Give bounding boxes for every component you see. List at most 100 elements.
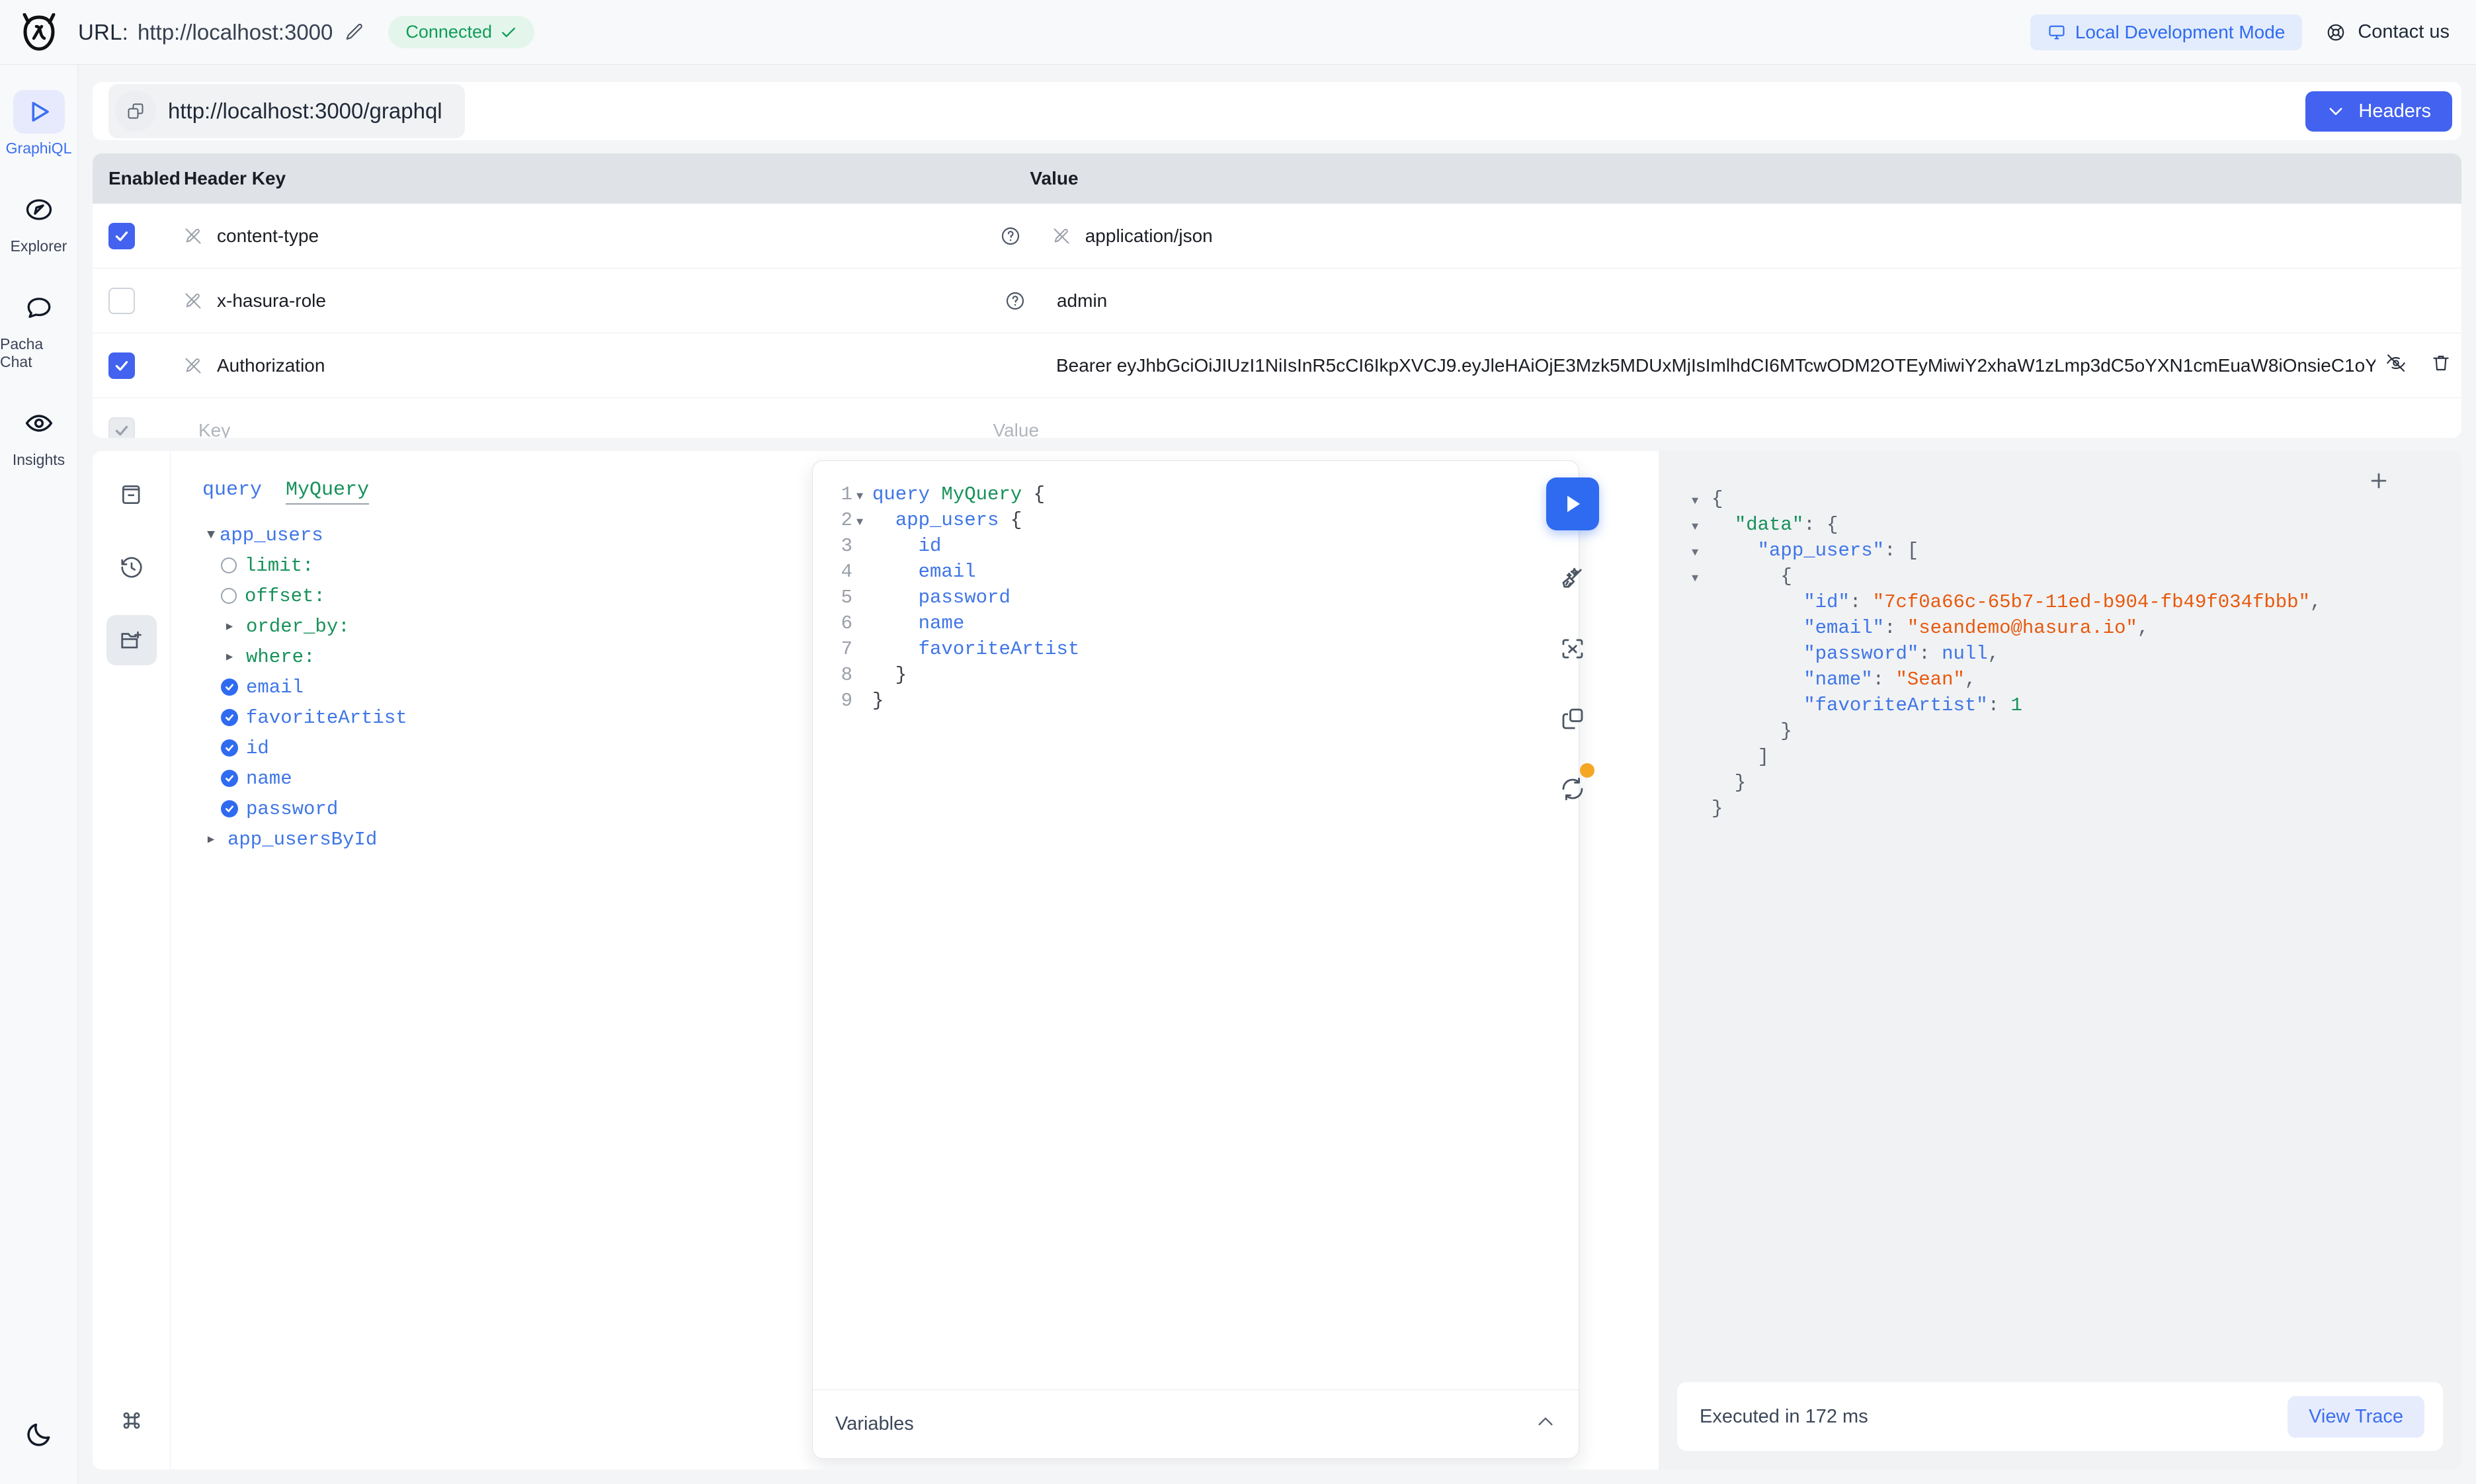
code-text: app_users { [895, 509, 1022, 531]
check-circle-icon [221, 679, 238, 696]
headers-table: Enabled Header Key Value content-type ap… [93, 153, 2461, 438]
code-line: 3 id [830, 535, 1561, 561]
left-sidebar: GraphiQL Explorer Pacha Chat Insights [0, 65, 78, 1484]
new-row-value-input[interactable]: Value [981, 420, 2376, 438]
json-text: ] [1712, 746, 1770, 768]
tree-node-offset[interactable]: offset: [202, 581, 786, 611]
json-line: } [1692, 772, 2435, 798]
view-trace-button[interactable]: View Trace [2288, 1395, 2424, 1438]
tree-node-password[interactable]: password [202, 794, 786, 824]
expand-caret-icon[interactable] [1692, 547, 1712, 559]
triangle-down-icon [202, 528, 220, 543]
tree-node-id[interactable]: id [202, 733, 786, 763]
sidebar-item-insights[interactable]: Insights [0, 401, 77, 469]
headers-toggle-button[interactable]: Headers [2305, 91, 2452, 132]
column-header-value: Value [1030, 168, 1079, 188]
row-enabled-checkbox[interactable] [108, 287, 135, 314]
pencil-icon[interactable] [345, 22, 364, 42]
row-value-cell[interactable]: admin [1045, 290, 2375, 311]
query-editor-card: 1 ▼ query MyQuery { 2 ▼ app_users { 3 id 4 … [812, 460, 1579, 1459]
json-text: { [1712, 488, 1723, 510]
row-enabled-checkbox[interactable] [108, 352, 135, 379]
row-value-cell: application/json [1040, 226, 2375, 247]
contact-us-button[interactable]: Contact us [2326, 21, 2450, 43]
tree-node-name[interactable]: name [202, 763, 786, 794]
tree-node-where[interactable]: where: [202, 641, 786, 672]
new-tab-folder-icon[interactable] [106, 615, 157, 665]
row-enabled-cell [93, 417, 177, 438]
trash-icon[interactable] [2430, 352, 2452, 378]
prettify-broom-icon[interactable] [1551, 557, 1594, 600]
code-text: password [918, 587, 1011, 608]
expand-caret-icon[interactable] [1692, 495, 1712, 508]
doc-explorer-panel: query MyQuery app_users limit: [171, 451, 805, 1469]
fold-caret-icon[interactable]: ▼ [856, 516, 872, 529]
doc-explorer-heading: query MyQuery [202, 479, 786, 505]
tree-node-email[interactable]: email [202, 672, 786, 702]
code-text: } [872, 664, 907, 686]
eye-off-icon[interactable] [2385, 352, 2407, 378]
json-text: } [1712, 720, 1792, 742]
sidebar-item-explorer[interactable]: Explorer [0, 188, 77, 255]
check-icon [502, 27, 515, 37]
help-icon[interactable] [985, 290, 1045, 311]
tree-node-limit[interactable]: limit: [202, 550, 786, 581]
copy-icon[interactable] [115, 91, 156, 132]
history-clock-icon[interactable] [106, 542, 157, 593]
row-value-text: application/json [1085, 225, 1213, 246]
json-line: { [1692, 488, 2435, 514]
code-line: 7 favoriteArtist [830, 638, 1561, 664]
expand-caret-icon[interactable] [1692, 521, 1712, 534]
new-row-key-input[interactable]: Key [177, 420, 922, 438]
tree-node-label: app_users [220, 524, 323, 546]
fold-caret-icon[interactable]: ▼ [856, 491, 872, 503]
variables-toggle[interactable]: Variables [813, 1389, 1579, 1458]
copy-query-icon[interactable] [1551, 697, 1594, 741]
sidebar-item-label: Explorer [10, 237, 67, 255]
doc-explorer-tree: app_users limit: offset: order_by: [202, 520, 786, 854]
row-key-text: Authorization [217, 354, 325, 376]
refresh-schema-icon[interactable] [1551, 763, 1594, 811]
run-query-button[interactable] [1546, 477, 1599, 530]
theme-toggle-button[interactable] [24, 1420, 54, 1484]
hasura-logo[interactable] [0, 13, 78, 52]
json-text: "data": { [1734, 514, 1838, 536]
sidebar-item-label: Insights [12, 451, 65, 468]
help-icon[interactable] [981, 226, 1040, 247]
doc-heading-name: MyQuery [286, 479, 370, 505]
sidebar-item-graphiql[interactable]: GraphiQL [0, 90, 77, 157]
local-development-mode-badge[interactable]: Local Development Mode [2030, 14, 2303, 50]
new-row-enabled-checkbox[interactable] [108, 417, 135, 438]
plus-icon[interactable] [2368, 470, 2390, 495]
table-row: x-hasura-role admin [93, 268, 2461, 333]
tree-node-label: favoriteArtist [246, 706, 407, 729]
doc-heading-keyword: query [202, 479, 263, 501]
tree-node-app-users-by-id[interactable]: app_usersById [202, 824, 786, 854]
headers-table-header-row: Enabled Header Key Value [93, 153, 2461, 204]
tree-node-app-users[interactable]: app_users [202, 520, 786, 550]
locked-pencil-icon [184, 356, 202, 375]
tree-node-label: name [246, 767, 292, 790]
tree-node-label: limit: [245, 554, 314, 577]
tree-node-order-by[interactable]: order_by: [202, 611, 786, 641]
json-text: "password": null, [1803, 643, 2000, 665]
command-key-icon[interactable] [106, 1395, 157, 1446]
line-number: 9 [841, 690, 852, 712]
json-line: "email": "seandemo@hasura.io", [1692, 617, 2435, 643]
json-text: "app_users": [ [1757, 540, 1919, 561]
row-enabled-checkbox[interactable] [108, 222, 135, 249]
docs-book-icon[interactable] [106, 470, 157, 520]
response-json: { "data": { "app_users": [ { "id": "7cf0… [1659, 451, 2461, 1382]
check-circle-icon [221, 709, 238, 726]
row-value-cell[interactable]: Bearer eyJhbGciOiJIUzI1NiIsInR5cCI6IkpXV… [1044, 355, 2375, 376]
contact-us-label: Contact us [2358, 21, 2450, 42]
line-number: 7 [841, 638, 852, 660]
query-editor-code[interactable]: 1 ▼ query MyQuery { 2 ▼ app_users { 3 id 4 … [813, 461, 1579, 1389]
radio-ring-icon [221, 557, 237, 573]
expand-caret-icon[interactable] [1692, 573, 1712, 585]
tree-node-favorite-artist[interactable]: favoriteArtist [202, 702, 786, 733]
sidebar-item-pacha-chat[interactable]: Pacha Chat [0, 286, 77, 371]
check-circle-icon [221, 800, 238, 817]
merge-collapse-icon[interactable] [1551, 627, 1594, 671]
table-row: Authorization Bearer eyJhbGciOiJIUzI1NiI… [93, 333, 2461, 398]
